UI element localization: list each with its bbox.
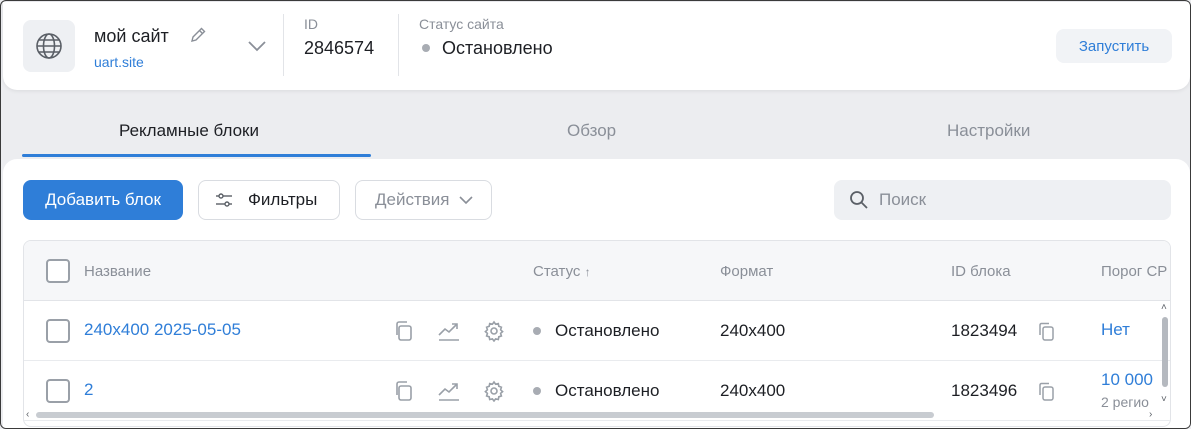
site-name: мой сайт bbox=[94, 26, 169, 46]
add-block-button[interactable]: Добавить блок bbox=[23, 180, 183, 220]
select-all-checkbox[interactable] bbox=[46, 259, 70, 283]
pencil-icon[interactable] bbox=[189, 26, 207, 44]
tab-settings[interactable]: Настройки bbox=[947, 121, 1030, 141]
row-status: Остановлено bbox=[555, 381, 660, 400]
search-icon bbox=[849, 190, 869, 210]
app-frame: мой сайт uart.site ID 2846574 Статус сай… bbox=[0, 0, 1191, 429]
search-input[interactable] bbox=[879, 190, 1139, 210]
stats-trend-icon[interactable] bbox=[437, 319, 461, 343]
ad-blocks-table: Название Статус ↑ Формат ID блока Порог … bbox=[23, 240, 1171, 427]
scroll-up-arrow-icon[interactable]: ˄ bbox=[1161, 303, 1167, 313]
row-threshold-regions: 2 регио bbox=[1101, 394, 1149, 410]
id-value: 2846574 bbox=[304, 38, 375, 58]
divider bbox=[398, 14, 399, 76]
tab-overview[interactable]: Обзор bbox=[567, 121, 616, 141]
row-checkbox[interactable] bbox=[46, 379, 70, 403]
chevron-down-icon[interactable] bbox=[246, 38, 268, 54]
horizontal-scroll-thumb[interactable] bbox=[36, 412, 934, 418]
horizontal-scrollbar[interactable]: ‹ › bbox=[24, 409, 1159, 421]
stats-trend-icon[interactable] bbox=[437, 379, 461, 403]
chevron-down-icon bbox=[457, 191, 475, 209]
row-threshold-link[interactable]: Нет bbox=[1101, 320, 1130, 340]
column-format[interactable]: Формат bbox=[720, 263, 773, 280]
block-name-link[interactable]: 2 bbox=[84, 380, 93, 400]
row-format: 240x400 bbox=[720, 321, 786, 340]
status-dot bbox=[422, 44, 430, 52]
column-status[interactable]: Статус ↑ bbox=[533, 263, 591, 280]
actions-label: Действия bbox=[375, 190, 450, 209]
sliders-icon bbox=[215, 191, 233, 209]
copy-id-icon[interactable] bbox=[1035, 380, 1059, 404]
scroll-down-arrow-icon[interactable]: ˅ bbox=[1161, 395, 1167, 405]
gear-icon[interactable] bbox=[482, 379, 506, 403]
scroll-right-arrow-icon[interactable]: › bbox=[1149, 410, 1152, 420]
search-box[interactable] bbox=[834, 180, 1171, 220]
vertical-scrollbar[interactable]: ˄ ˅ bbox=[1159, 303, 1170, 413]
row-threshold-link[interactable]: 10 000 bbox=[1101, 370, 1153, 390]
row-block-id: 1823496 bbox=[951, 381, 1018, 400]
row-format: 240x400 bbox=[720, 381, 786, 400]
filters-label: Фильтры bbox=[248, 190, 318, 209]
launch-button[interactable]: Запустить bbox=[1056, 29, 1172, 63]
status-dot bbox=[533, 327, 541, 335]
actions-dropdown[interactable]: Действия bbox=[355, 180, 492, 220]
scroll-left-arrow-icon[interactable]: ‹ bbox=[26, 410, 29, 420]
filters-button[interactable]: Фильтры bbox=[198, 180, 340, 220]
row-status: Остановлено bbox=[555, 321, 660, 340]
content-panel: Добавить блок Фильтры Действия Поиск Наз… bbox=[3, 159, 1190, 428]
column-status-label: Статус bbox=[533, 263, 581, 280]
status-dot bbox=[533, 387, 541, 395]
active-tab-indicator bbox=[22, 154, 371, 157]
site-url-link[interactable]: uart.site bbox=[94, 54, 144, 70]
copy-icon[interactable] bbox=[392, 379, 416, 403]
divider bbox=[283, 14, 284, 76]
status-value: Остановлено bbox=[442, 38, 553, 58]
row-checkbox[interactable] bbox=[46, 319, 70, 343]
status-label: Статус сайта bbox=[419, 16, 504, 32]
table-row: 240x400 2025-05-05 Остановлено 240x400 1… bbox=[24, 301, 1170, 361]
globe-icon bbox=[23, 20, 75, 72]
block-name-link[interactable]: 240x400 2025-05-05 bbox=[84, 320, 241, 340]
gear-icon[interactable] bbox=[482, 319, 506, 343]
tab-ad-blocks[interactable]: Рекламные блоки bbox=[119, 121, 259, 141]
copy-icon[interactable] bbox=[392, 319, 416, 343]
table-header: Название Статус ↑ Формат ID блока Порог … bbox=[24, 241, 1170, 301]
sort-arrow-icon: ↑ bbox=[584, 265, 591, 279]
column-cpm-threshold[interactable]: Порог CP bbox=[1101, 263, 1167, 280]
copy-id-icon[interactable] bbox=[1035, 320, 1059, 344]
id-label: ID bbox=[304, 16, 318, 32]
site-header: мой сайт uart.site ID 2846574 Статус сай… bbox=[3, 2, 1190, 90]
column-name[interactable]: Название bbox=[84, 263, 151, 280]
column-block-id[interactable]: ID блока bbox=[951, 263, 1011, 280]
row-block-id: 1823494 bbox=[951, 321, 1018, 340]
vertical-scroll-thumb[interactable] bbox=[1162, 317, 1168, 387]
